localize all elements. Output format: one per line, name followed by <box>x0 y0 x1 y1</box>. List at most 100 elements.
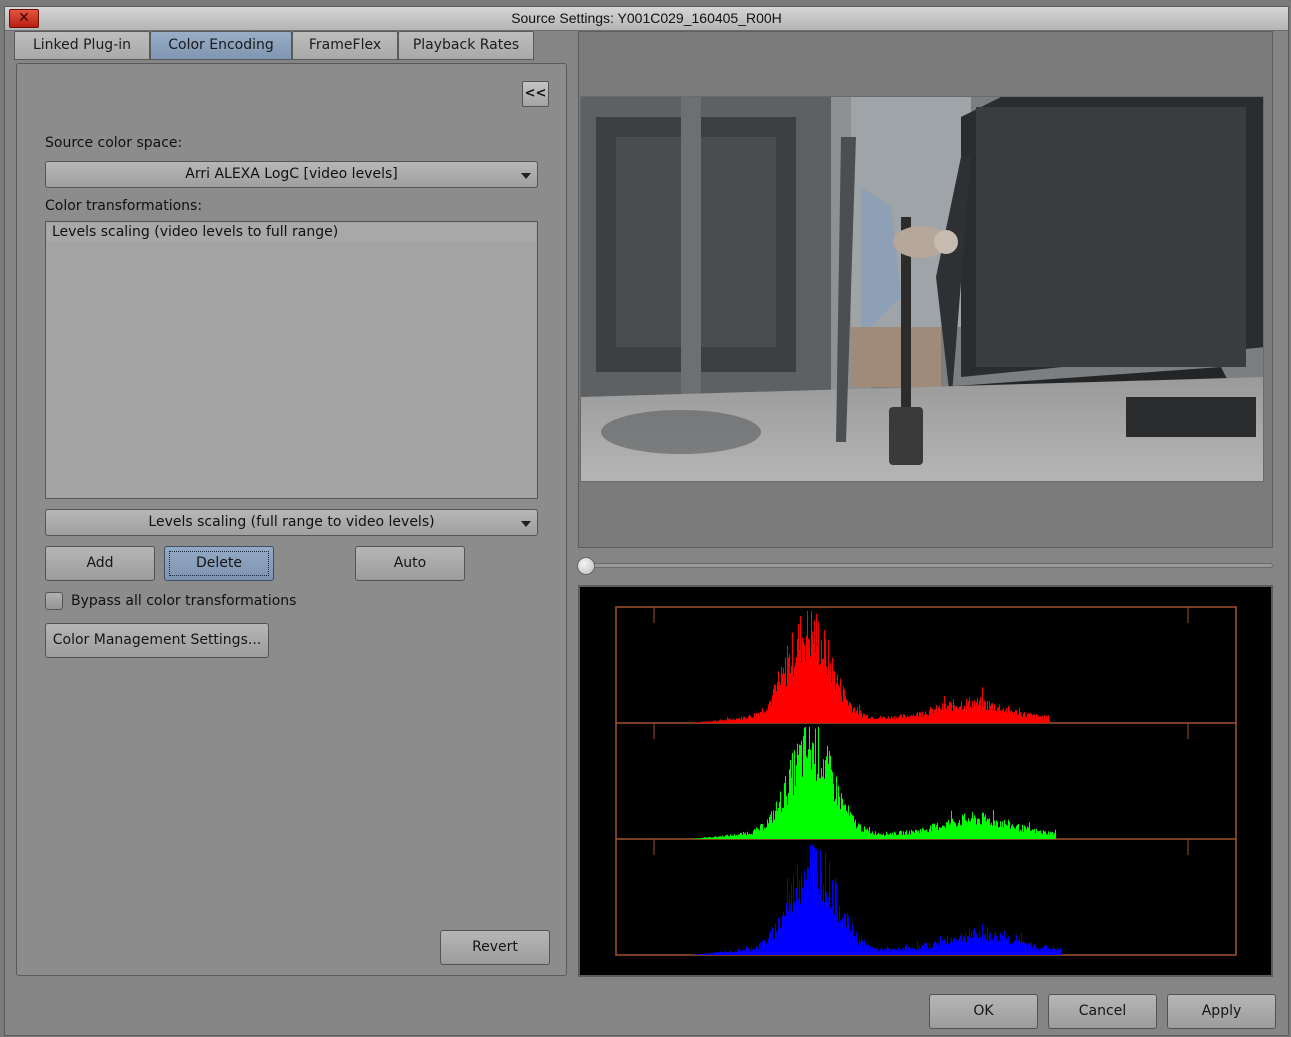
blue-histogram-bar <box>854 935 855 955</box>
source-color-space-select[interactable]: Arri ALEXA LogC [video levels] <box>45 161 538 188</box>
red-histogram-bar <box>696 722 697 723</box>
green-histogram-bar <box>805 727 806 839</box>
title-bar[interactable]: ✕ Source Settings: Y001C029_160405_R00H <box>5 7 1288 31</box>
blue-histogram-bar <box>732 952 733 955</box>
blue-histogram-bar <box>763 942 764 955</box>
red-histogram-bar <box>851 705 852 723</box>
blue-histogram-bar <box>950 940 951 955</box>
blue-histogram-bar <box>1004 931 1005 955</box>
blue-histogram-bar <box>845 914 846 955</box>
red-histogram-bar <box>1025 715 1026 723</box>
transformation-select[interactable]: Levels scaling (full range to video leve… <box>45 509 538 536</box>
tab-frameflex[interactable]: FrameFlex <box>292 31 398 60</box>
blue-histogram-bar <box>938 943 939 955</box>
blue-histogram-bar <box>992 939 993 955</box>
green-histogram-bar <box>1029 822 1030 839</box>
blue-histogram-bar <box>770 930 771 955</box>
bypass-label[interactable]: Bypass all color transformations <box>71 593 296 609</box>
bypass-checkbox[interactable] <box>45 592 63 610</box>
red-histogram-bar <box>910 716 911 723</box>
timeline-slider-track[interactable] <box>582 563 1273 568</box>
red-histogram-bar <box>738 718 739 723</box>
auto-button[interactable]: Auto <box>355 546 465 581</box>
blue-histogram-bar <box>889 948 890 955</box>
green-histogram-bar <box>834 801 835 839</box>
red-histogram-bar <box>1012 711 1013 723</box>
green-histogram-bar <box>959 820 960 839</box>
green-histogram-bar <box>951 810 952 839</box>
blue-histogram-bar <box>739 947 740 955</box>
green-histogram-bar <box>937 822 938 839</box>
red-histogram-bar <box>986 709 987 723</box>
red-histogram-bar <box>1045 718 1046 723</box>
cancel-button[interactable]: Cancel <box>1048 994 1157 1029</box>
color-management-settings-button[interactable]: Color Management Settings... <box>45 623 269 658</box>
blue-histogram-bar <box>961 933 962 955</box>
red-histogram-bar <box>989 701 990 723</box>
blue-histogram-bar <box>708 953 709 955</box>
blue-histogram-bar <box>929 942 930 955</box>
tab-linked-plug-in[interactable]: Linked Plug-in <box>14 31 150 60</box>
green-histogram-bar <box>764 827 765 839</box>
red-histogram-bar <box>868 718 869 723</box>
color-transformations-list[interactable]: Levels scaling (video levels to full ran… <box>45 221 538 499</box>
blue-histogram-bar <box>745 948 746 955</box>
red-histogram-bar <box>959 706 960 723</box>
blue-histogram-bar <box>1008 936 1009 955</box>
red-histogram-bar <box>764 712 765 723</box>
green-histogram-bar <box>922 827 923 839</box>
timeline-slider-handle[interactable] <box>577 557 595 575</box>
list-item[interactable]: Levels scaling (video levels to full ran… <box>47 223 536 242</box>
blue-histogram-bar <box>969 927 970 955</box>
red-histogram-bar <box>943 709 944 723</box>
green-histogram-bar <box>1012 824 1013 839</box>
blue-histogram-bar <box>876 948 877 955</box>
blue-histogram-bar <box>837 910 838 955</box>
red-histogram-bar <box>801 662 802 723</box>
red-histogram-bar <box>936 705 937 723</box>
revert-button[interactable]: Revert <box>440 930 550 965</box>
green-histogram-bar <box>885 835 886 839</box>
green-histogram-bar <box>852 815 853 839</box>
red-histogram-bar <box>895 719 896 723</box>
blue-histogram-bar <box>762 940 763 955</box>
green-histogram-bar <box>967 822 968 839</box>
green-histogram-bar <box>956 826 957 839</box>
blue-histogram-bar <box>899 948 900 955</box>
red-histogram-bar <box>730 719 731 723</box>
tab-playback-rates[interactable]: Playback Rates <box>398 31 534 60</box>
apply-button[interactable]: Apply <box>1167 994 1276 1029</box>
blue-histogram-bar <box>960 935 961 955</box>
ok-button[interactable]: OK <box>929 994 1038 1029</box>
red-histogram-bar <box>973 707 974 723</box>
blue-histogram-bar <box>827 901 828 955</box>
green-histogram-bar <box>1051 832 1052 839</box>
blue-histogram-bar <box>1028 942 1029 955</box>
blue-histogram-bar <box>866 944 867 955</box>
blue-histogram-bar <box>794 902 795 955</box>
blue-histogram-bar <box>910 948 911 955</box>
collapse-button[interactable]: << <box>522 81 549 107</box>
blue-histogram-bar <box>751 947 752 955</box>
blue-histogram-bar <box>844 913 845 955</box>
green-histogram-bar <box>871 833 872 839</box>
red-histogram-bar <box>949 702 950 723</box>
red-histogram-bar <box>956 706 957 723</box>
add-button[interactable]: Add <box>45 546 155 581</box>
green-histogram-bar <box>701 838 702 839</box>
video-frame-image <box>581 97 1263 481</box>
blue-histogram-bar <box>1053 946 1054 955</box>
blue-histogram-bar <box>725 952 726 955</box>
blue-histogram-bar <box>744 950 745 955</box>
blue-histogram-bar <box>1037 947 1038 955</box>
blue-histogram-bar <box>926 943 927 955</box>
tab-color-encoding[interactable]: Color Encoding <box>150 31 292 60</box>
red-histogram-bar <box>825 639 826 723</box>
green-histogram-bar <box>1040 830 1041 839</box>
green-histogram-bar <box>773 810 774 839</box>
red-histogram-bar <box>872 716 873 723</box>
blue-histogram-bar <box>849 934 850 955</box>
blue-histogram-bar <box>734 951 735 955</box>
delete-button[interactable]: Delete <box>164 546 274 581</box>
blue-histogram-bar <box>764 939 765 955</box>
